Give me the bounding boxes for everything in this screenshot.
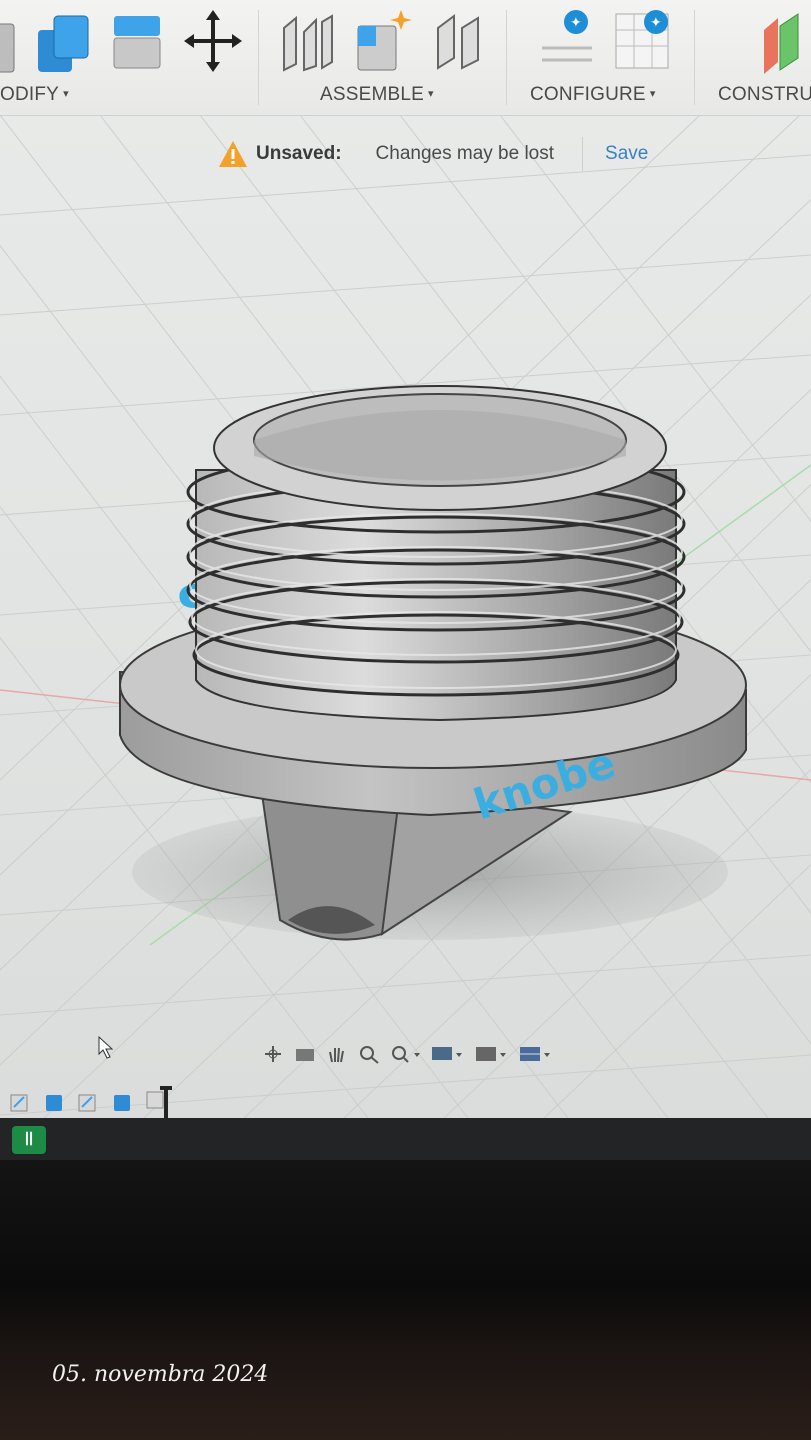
timeline-extrude-icon[interactable] (110, 1091, 134, 1115)
mouse-cursor-icon (98, 1036, 114, 1059)
orbit-icon[interactable] (262, 1044, 284, 1064)
threaded-fitting-model[interactable]: oIT knobe (0, 0, 811, 1100)
navigation-bar (262, 1044, 552, 1064)
grid-snaps-icon[interactable] (474, 1044, 508, 1064)
monitor-bezel (0, 1160, 811, 1440)
os-taskbar: ꟾꟾ (0, 1118, 811, 1160)
timeline-sketch-icon[interactable] (8, 1091, 32, 1115)
fusion-viewport-screen: ODIFY ▾ ASSEMBLE ▾ ✦ ✦ CONFIGURE ▾ CONSTRU … (0, 0, 811, 1160)
timeline-extrude-icon[interactable] (42, 1091, 66, 1115)
pan-hand-icon[interactable] (326, 1044, 348, 1064)
timeline-bar (8, 1086, 174, 1120)
look-at-icon[interactable] (294, 1044, 316, 1064)
photo-date-stamp: 05. novembra 2024 (52, 1362, 269, 1387)
viewports-icon[interactable] (518, 1044, 552, 1064)
taskbar-app-icon[interactable]: ꟾꟾ (12, 1126, 46, 1154)
zoom-icon[interactable] (358, 1044, 380, 1064)
timeline-marker-icon[interactable] (144, 1086, 174, 1120)
fit-window-icon[interactable] (390, 1044, 420, 1064)
display-settings-icon[interactable] (430, 1044, 464, 1064)
timeline-sketch-icon[interactable] (76, 1091, 100, 1115)
